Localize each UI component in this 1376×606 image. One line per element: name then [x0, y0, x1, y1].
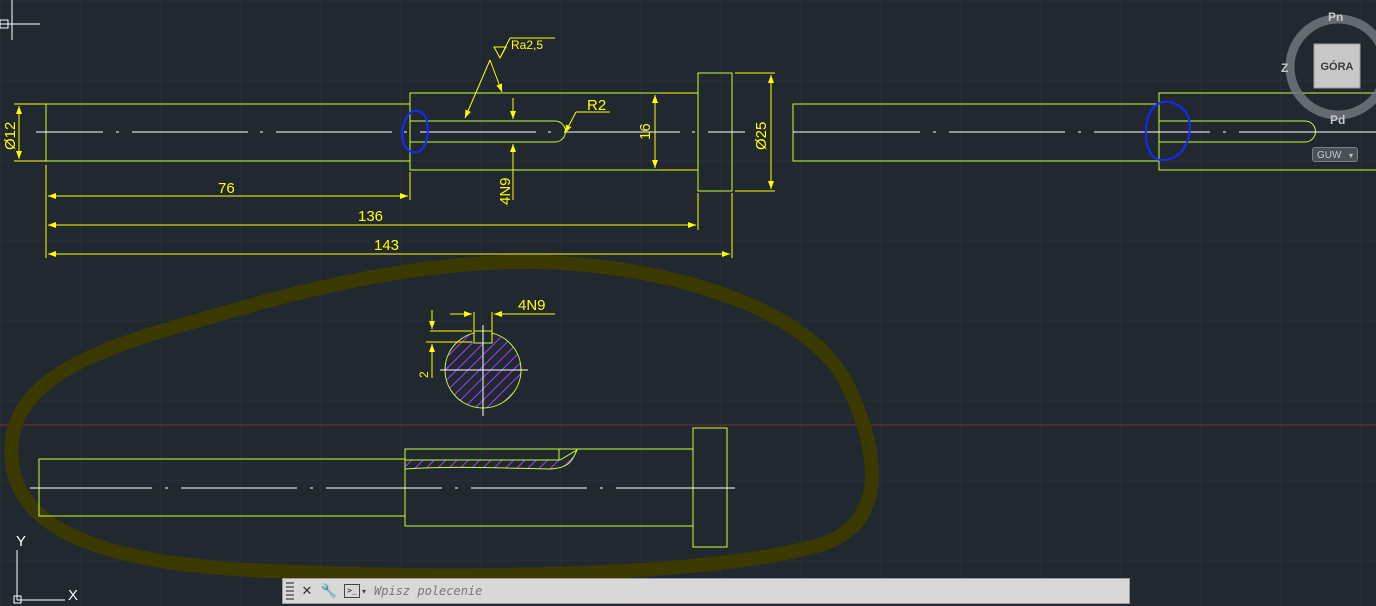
ucs-y-label: Y: [16, 533, 26, 550]
chevron-down-icon[interactable]: ▾: [362, 587, 366, 596]
viewcube-top-label: GÓRA: [1321, 60, 1354, 73]
dim-keyway-side: 4N9: [497, 177, 514, 205]
viewcube-south[interactable]: Pd: [1330, 113, 1345, 127]
dim-dia-right: Ø25: [753, 122, 770, 150]
viewcube-north[interactable]: Pn: [1328, 10, 1343, 24]
grip-handle-icon[interactable]: [286, 582, 294, 600]
dim-radius: R2: [587, 97, 606, 114]
dim-dia-left: Ø12: [2, 122, 19, 150]
dim-length-143: 143: [374, 237, 399, 254]
dim-section-keyway: 4N9: [518, 297, 546, 314]
ucs-dropdown[interactable]: GUW ▾: [1312, 147, 1358, 162]
dim-length-76: 76: [218, 180, 235, 197]
ucs-x-label: X: [68, 587, 78, 604]
grid: [0, 0, 1376, 606]
dim-slot-depth: 16: [637, 123, 654, 140]
drawing-canvas[interactable]: Ø12 76 136 143 16 Ø25 4N9 R2 Ra2,5 4N9 2…: [0, 0, 1376, 606]
command-input[interactable]: [372, 580, 1129, 602]
dim-roughness: Ra2,5: [511, 38, 543, 52]
dim-length-136: 136: [358, 208, 383, 225]
wrench-icon[interactable]: 🔧: [320, 582, 338, 600]
command-line: ✕ 🔧 >_ ▾: [282, 578, 1130, 604]
close-icon[interactable]: ✕: [298, 582, 316, 600]
dim-section-depth: 2: [417, 371, 431, 378]
chevron-down-icon: ▾: [1348, 151, 1353, 160]
command-prompt-icon[interactable]: >_: [344, 584, 360, 598]
ucs-dropdown-label: GUW: [1317, 150, 1342, 161]
viewcube-west[interactable]: Z: [1281, 61, 1288, 75]
